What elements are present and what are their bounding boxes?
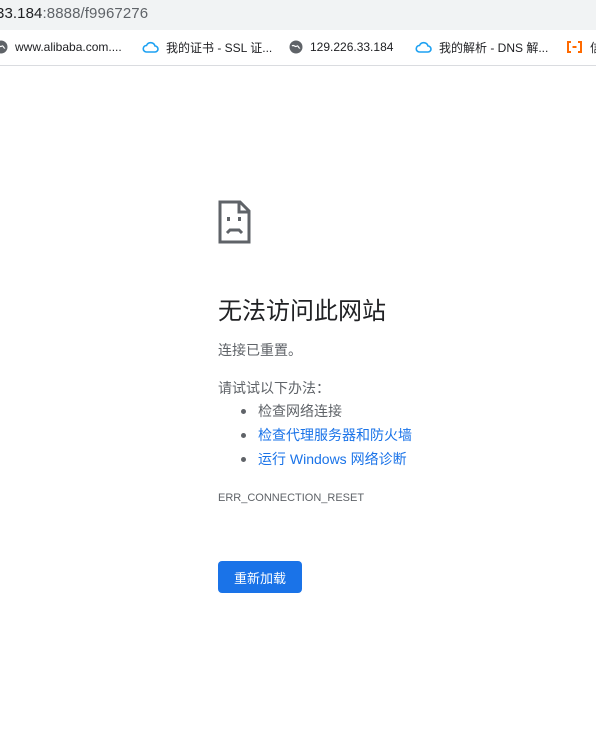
url-path: :8888/f9967276 (42, 5, 149, 22)
cloud-icon (415, 41, 432, 53)
error-subtitle: 连接已重置。 (218, 342, 302, 358)
bookmark-ssl-cert[interactable]: 我的证书 - SSL 证... (142, 38, 272, 56)
suggestions-list: 检查网络连接 检查代理服务器和防火墙 运行 Windows 网络诊断 (218, 399, 412, 471)
url-host: 33.184 (0, 5, 43, 22)
bookmark-label: 信 (590, 39, 596, 56)
bookmark-label: 129.226.33.184 (310, 40, 394, 54)
address-bar[interactable]: 33.184:8888/f9967276 (0, 0, 596, 30)
suggestion-network-diagnostics[interactable]: 运行 Windows 网络诊断 (218, 447, 412, 471)
bookmark-label: 我的解析 - DNS 解... (439, 40, 549, 55)
bookmark-ip[interactable]: 129.226.33.184 (289, 38, 393, 56)
bookmark-alibaba[interactable]: www.alibaba.com.... (0, 38, 122, 56)
check-proxy-link[interactable]: 检查代理服务器和防火墙 (258, 427, 412, 443)
url-text[interactable]: 33.184:8888/f9967276 (0, 5, 148, 22)
suggestions-heading: 请试试以下办法： (218, 380, 330, 396)
suggestion-text: 检查网络连接 (258, 403, 342, 419)
aliyun-icon (567, 41, 582, 53)
page-title: 无法访问此网站 (218, 298, 386, 325)
suggestion-check-proxy[interactable]: 检查代理服务器和防火墙 (218, 423, 412, 447)
bookmark-label: 我的证书 - SSL 证... (166, 40, 273, 55)
bookmark-aliyun[interactable]: 信 (566, 38, 596, 56)
sad-document-icon (218, 200, 251, 244)
suggestion-check-network: 检查网络连接 (218, 399, 412, 423)
bookmarks-bar: www.alibaba.com.... 我的证书 - SSL 证... 129.… (0, 30, 596, 66)
reload-button[interactable]: 重新加载 (218, 561, 302, 593)
globe-icon (289, 40, 303, 54)
bookmark-label: www.alibaba.com.... (15, 40, 122, 54)
globe-icon (0, 40, 8, 54)
bookmark-dns[interactable]: 我的解析 - DNS 解... (415, 38, 548, 56)
cloud-icon (142, 41, 159, 53)
network-diagnostics-link[interactable]: 运行 Windows 网络诊断 (258, 451, 407, 467)
error-code: ERR_CONNECTION_RESET (218, 492, 365, 504)
